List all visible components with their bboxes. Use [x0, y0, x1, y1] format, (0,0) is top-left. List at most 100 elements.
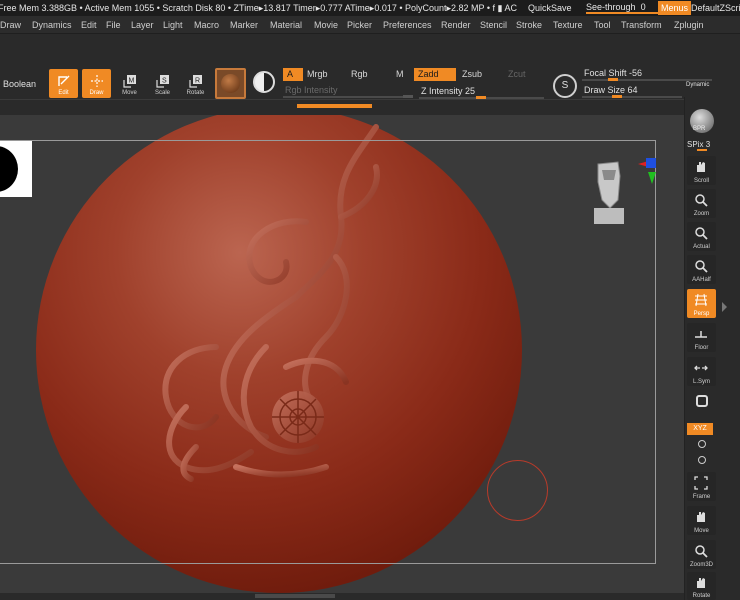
- scale-icon: S: [156, 75, 169, 88]
- menu-stencil[interactable]: Stencil: [480, 16, 507, 33]
- orientation-gizmo-icon[interactable]: [590, 158, 660, 228]
- z-intensity-knob[interactable]: [476, 96, 486, 99]
- shelf-divider: [0, 99, 740, 100]
- menu-light[interactable]: Light: [163, 16, 183, 33]
- active-indicator-strip: [297, 104, 372, 108]
- draw-size-knob[interactable]: [612, 95, 622, 98]
- rotate-z-icon[interactable]: [698, 456, 706, 464]
- mrgb-toggle[interactable]: Mrgb: [303, 68, 332, 81]
- focal-shift-name: Focal Shift: [584, 68, 627, 78]
- focal-shift-knob[interactable]: [608, 78, 618, 81]
- menu-zplugin[interactable]: Zplugin: [674, 16, 704, 33]
- floor-label: Floor: [694, 345, 709, 351]
- floor-button[interactable]: Floor: [687, 323, 716, 352]
- status-bar: Free Mem 3.388GB • Active Mem 1055 • Scr…: [0, 0, 740, 16]
- menu-preferences[interactable]: Preferences: [383, 16, 432, 33]
- a-mode-toggle[interactable]: A: [283, 68, 303, 81]
- see-through-slider[interactable]: See-through 0: [586, 2, 660, 14]
- zoom3d-button[interactable]: Zoom3D: [687, 540, 716, 569]
- draw-button[interactable]: Draw: [82, 69, 111, 98]
- zoom-icon: [695, 194, 708, 207]
- draw-size-slider[interactable]: [582, 96, 682, 98]
- quicksave-button[interactable]: QuickSave: [528, 0, 572, 16]
- rotate-icon: R: [189, 75, 202, 88]
- scale-mode-button[interactable]: S Scale: [148, 69, 177, 98]
- focal-shift-slider[interactable]: [582, 79, 712, 81]
- menu-stroke[interactable]: Stroke: [516, 16, 542, 33]
- edit-label: Edit: [58, 90, 69, 96]
- lsym-icon: [694, 365, 708, 371]
- menu-edit[interactable]: Edit: [81, 16, 97, 33]
- rotate-y-icon[interactable]: [698, 440, 706, 448]
- dynamic-toggle[interactable]: Dynamic: [686, 82, 709, 88]
- material-picker[interactable]: [215, 68, 246, 99]
- spix-value: 3: [705, 140, 711, 149]
- rotate-mode-button[interactable]: R Rotate: [181, 69, 210, 98]
- menu-dynamics[interactable]: Dynamics: [32, 16, 72, 33]
- lazy-mouse-icon[interactable]: S: [553, 74, 577, 98]
- navigation-thumbnail[interactable]: [0, 141, 32, 197]
- see-through-label: See-through: [586, 2, 636, 12]
- rgb-intensity-label: Rgb Intensity: [285, 85, 338, 95]
- menu-movie[interactable]: Movie: [314, 16, 338, 33]
- frame-button[interactable]: Frame: [687, 472, 716, 501]
- bottom-tray-handle[interactable]: [255, 594, 335, 598]
- actual-label: Actual: [693, 244, 710, 250]
- spix-slider[interactable]: [697, 149, 707, 151]
- draw-icon: [91, 75, 103, 87]
- xyz-button[interactable]: XYZ: [687, 423, 713, 435]
- menu-draw[interactable]: Draw: [0, 16, 21, 33]
- actual-icon: [695, 227, 708, 240]
- rotate-view-button[interactable]: Rotate: [687, 572, 716, 600]
- rotate-view-icon: [697, 578, 705, 588]
- z-intensity-value: 25: [465, 86, 476, 96]
- spix-label[interactable]: SPix 3: [687, 140, 710, 149]
- boolean-button[interactable]: Boolean: [3, 79, 36, 89]
- frame-label: Frame: [692, 494, 711, 500]
- lsym-button[interactable]: L.Sym: [687, 357, 716, 386]
- scroll-button[interactable]: Scroll: [687, 156, 716, 185]
- rgb-intensity-knob[interactable]: [403, 95, 413, 98]
- svg-text:M: M: [129, 78, 135, 85]
- menu-texture[interactable]: Texture: [553, 16, 583, 33]
- menus-button[interactable]: Menus: [658, 1, 692, 15]
- actual-button[interactable]: Actual: [687, 222, 716, 251]
- document-canvas[interactable]: [0, 115, 684, 593]
- menu-file[interactable]: File: [106, 16, 121, 33]
- menu-tool[interactable]: Tool: [594, 16, 611, 33]
- menu-macro[interactable]: Macro: [194, 16, 219, 33]
- draw-size-label: Draw Size 64: [584, 85, 638, 95]
- menu-render[interactable]: Render: [441, 16, 471, 33]
- z-intensity-name: Z Intensity: [421, 86, 463, 96]
- aahalf-button[interactable]: AAHalf: [687, 255, 716, 284]
- color-picker-icon[interactable]: [253, 71, 275, 93]
- zsub-toggle[interactable]: Zsub: [458, 68, 486, 81]
- move-mode-button[interactable]: M Move: [115, 69, 144, 98]
- edit-icon: [58, 75, 70, 86]
- zcut-toggle[interactable]: Zcut: [504, 68, 530, 81]
- menu-transform[interactable]: Transform: [621, 16, 662, 33]
- menu-picker[interactable]: Picker: [347, 16, 372, 33]
- menu-marker[interactable]: Marker: [230, 16, 258, 33]
- edit-button[interactable]: Edit: [49, 69, 78, 98]
- rgb-intensity-slider[interactable]: [283, 96, 413, 98]
- persp-button[interactable]: Persp: [687, 289, 716, 318]
- svg-text:R: R: [195, 78, 200, 85]
- persp-label: Persp: [693, 311, 710, 317]
- spix-name: SPix: [687, 140, 704, 149]
- tray-expand-arrow-icon[interactable]: [722, 302, 727, 312]
- menu-layer[interactable]: Layer: [131, 16, 154, 33]
- draw-size-name: Draw Size: [584, 85, 626, 95]
- rgb-toggle[interactable]: Rgb: [347, 68, 372, 81]
- zadd-toggle[interactable]: Zadd: [414, 68, 456, 81]
- rotate-view-label: Rotate: [692, 593, 711, 599]
- focal-shift-value: -56: [629, 68, 643, 78]
- zoom-button[interactable]: Zoom: [687, 189, 716, 218]
- zoom3d-label: Zoom3D: [689, 562, 713, 568]
- move-view-button[interactable]: Move: [687, 506, 716, 535]
- default-zscript-button[interactable]: DefaultZScript: [691, 0, 740, 16]
- menu-material[interactable]: Material: [270, 16, 302, 33]
- lock-icon[interactable]: [696, 395, 708, 407]
- aahalf-label: AAHalf: [692, 277, 711, 283]
- m-toggle[interactable]: M: [392, 68, 408, 81]
